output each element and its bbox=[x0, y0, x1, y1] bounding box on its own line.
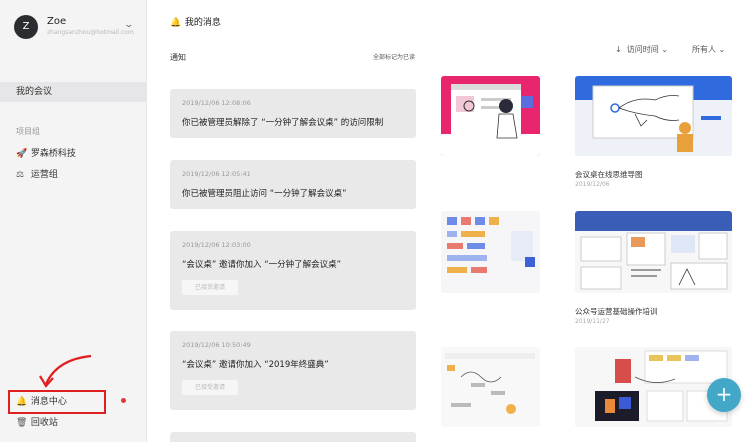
page-title: 🔔 我的消息 bbox=[170, 18, 221, 28]
chevron-down-icon[interactable]: ⌄ bbox=[124, 20, 135, 30]
notification-card[interactable] bbox=[170, 432, 416, 442]
bell-icon: 🔔 bbox=[16, 397, 28, 407]
sidebar-item-group-2[interactable]: ⚖ 运营组 bbox=[0, 165, 147, 185]
notification-card[interactable]: 2019/12/06 12:03:00 “会议桌” 邀请你加入 “一分钟了解会议… bbox=[170, 231, 416, 310]
sidebar-item-trash[interactable]: 🗑 回收站 bbox=[0, 413, 147, 433]
trash-icon: 🗑 bbox=[16, 418, 28, 428]
sidebar-item-my-meetings[interactable]: 我的会议 bbox=[0, 82, 147, 102]
document-thumbnail[interactable] bbox=[441, 347, 540, 427]
rocket-icon: 🚀 bbox=[16, 149, 28, 159]
sidebar-item-label: 我的会议 bbox=[16, 87, 53, 97]
notification-text: 你已被管理员阻止访问 “一分钟了解会议桌” bbox=[182, 189, 347, 199]
scale-icon: ⚖ bbox=[16, 170, 25, 180]
document-title: 会议桌在线思维导图 bbox=[575, 170, 643, 179]
annotation-arrow-icon bbox=[39, 354, 92, 388]
notification-card[interactable]: 2019/12/06 12:08:06 你已被管理员解除了 “一分钟了解会议桌”… bbox=[170, 89, 416, 138]
sort-dropdown[interactable]: ↓ 访问时间 ⌄ bbox=[615, 44, 668, 55]
sidebar-item-label: 运营组 bbox=[30, 170, 58, 180]
document-thumbnail[interactable] bbox=[575, 76, 732, 156]
notification-text: “会议桌” 邀请你加入 “2019年终盛典” bbox=[182, 360, 329, 370]
document-thumbnail[interactable] bbox=[441, 76, 540, 156]
avatar: Z bbox=[14, 15, 38, 39]
document-title: 公众号运营基础操作培训 bbox=[575, 307, 658, 316]
bell-icon: 🔔 bbox=[170, 18, 182, 28]
group-heading: 项目组 bbox=[16, 127, 40, 136]
user-name: Zoe bbox=[47, 16, 67, 27]
document-thumbnail[interactable] bbox=[575, 211, 732, 293]
notification-card[interactable]: 2019/12/06 10:50:49 “会议桌” 邀请你加入 “2019年终盛… bbox=[170, 331, 416, 410]
notice-label: 通知 bbox=[170, 53, 186, 62]
user-email: zhangsanzhou@hotmail.com bbox=[47, 29, 134, 36]
chevron-down-icon: ⌄ bbox=[661, 45, 669, 54]
sidebar-item-group-1[interactable]: 🚀 罗森桥科技 bbox=[0, 144, 147, 164]
notification-time: 2019/12/06 12:03:00 bbox=[182, 241, 251, 249]
notification-time: 2019/12/06 10:50:49 bbox=[182, 341, 251, 349]
accepted-invite-button[interactable]: 已接受邀请 bbox=[182, 380, 238, 395]
notification-text: 你已被管理员解除了 “一分钟了解会议桌” 的访问限制 bbox=[182, 118, 384, 128]
accepted-invite-button[interactable]: 已接受邀请 bbox=[182, 280, 238, 295]
add-button[interactable]: + bbox=[707, 378, 741, 412]
unread-dot bbox=[121, 398, 126, 403]
notification-card[interactable]: 2019/12/06 12:05:41 你已被管理员阻止访问 “一分钟了解会议桌… bbox=[170, 160, 416, 209]
user-menu[interactable]: Z Zoe zhangsanzhou@hotmail.com ⌄ bbox=[14, 14, 139, 44]
owner-dropdown[interactable]: 所有人 ⌄ bbox=[692, 44, 725, 55]
sidebar-item-label: 消息中心 bbox=[30, 397, 67, 407]
sidebar: Z Zoe zhangsanzhou@hotmail.com ⌄ 我的会议 项目… bbox=[0, 0, 147, 442]
document-thumbnail[interactable] bbox=[441, 211, 540, 293]
notification-text: “会议桌” 邀请你加入 “一分钟了解会议桌” bbox=[182, 260, 342, 270]
chevron-down-icon: ⌄ bbox=[718, 45, 726, 54]
document-date: 2019/11/27 bbox=[575, 318, 610, 325]
document-date: 2019/12/06 bbox=[575, 181, 610, 188]
notification-time: 2019/12/06 12:08:06 bbox=[182, 99, 251, 107]
mark-all-read-button[interactable]: 全部标记为已读 bbox=[373, 52, 415, 61]
notification-time: 2019/12/06 12:05:41 bbox=[182, 170, 251, 178]
sort-arrow-icon: ↓ bbox=[615, 45, 622, 54]
sidebar-item-label: 罗森桥科技 bbox=[30, 149, 76, 159]
sidebar-item-label: 回收站 bbox=[30, 418, 58, 428]
